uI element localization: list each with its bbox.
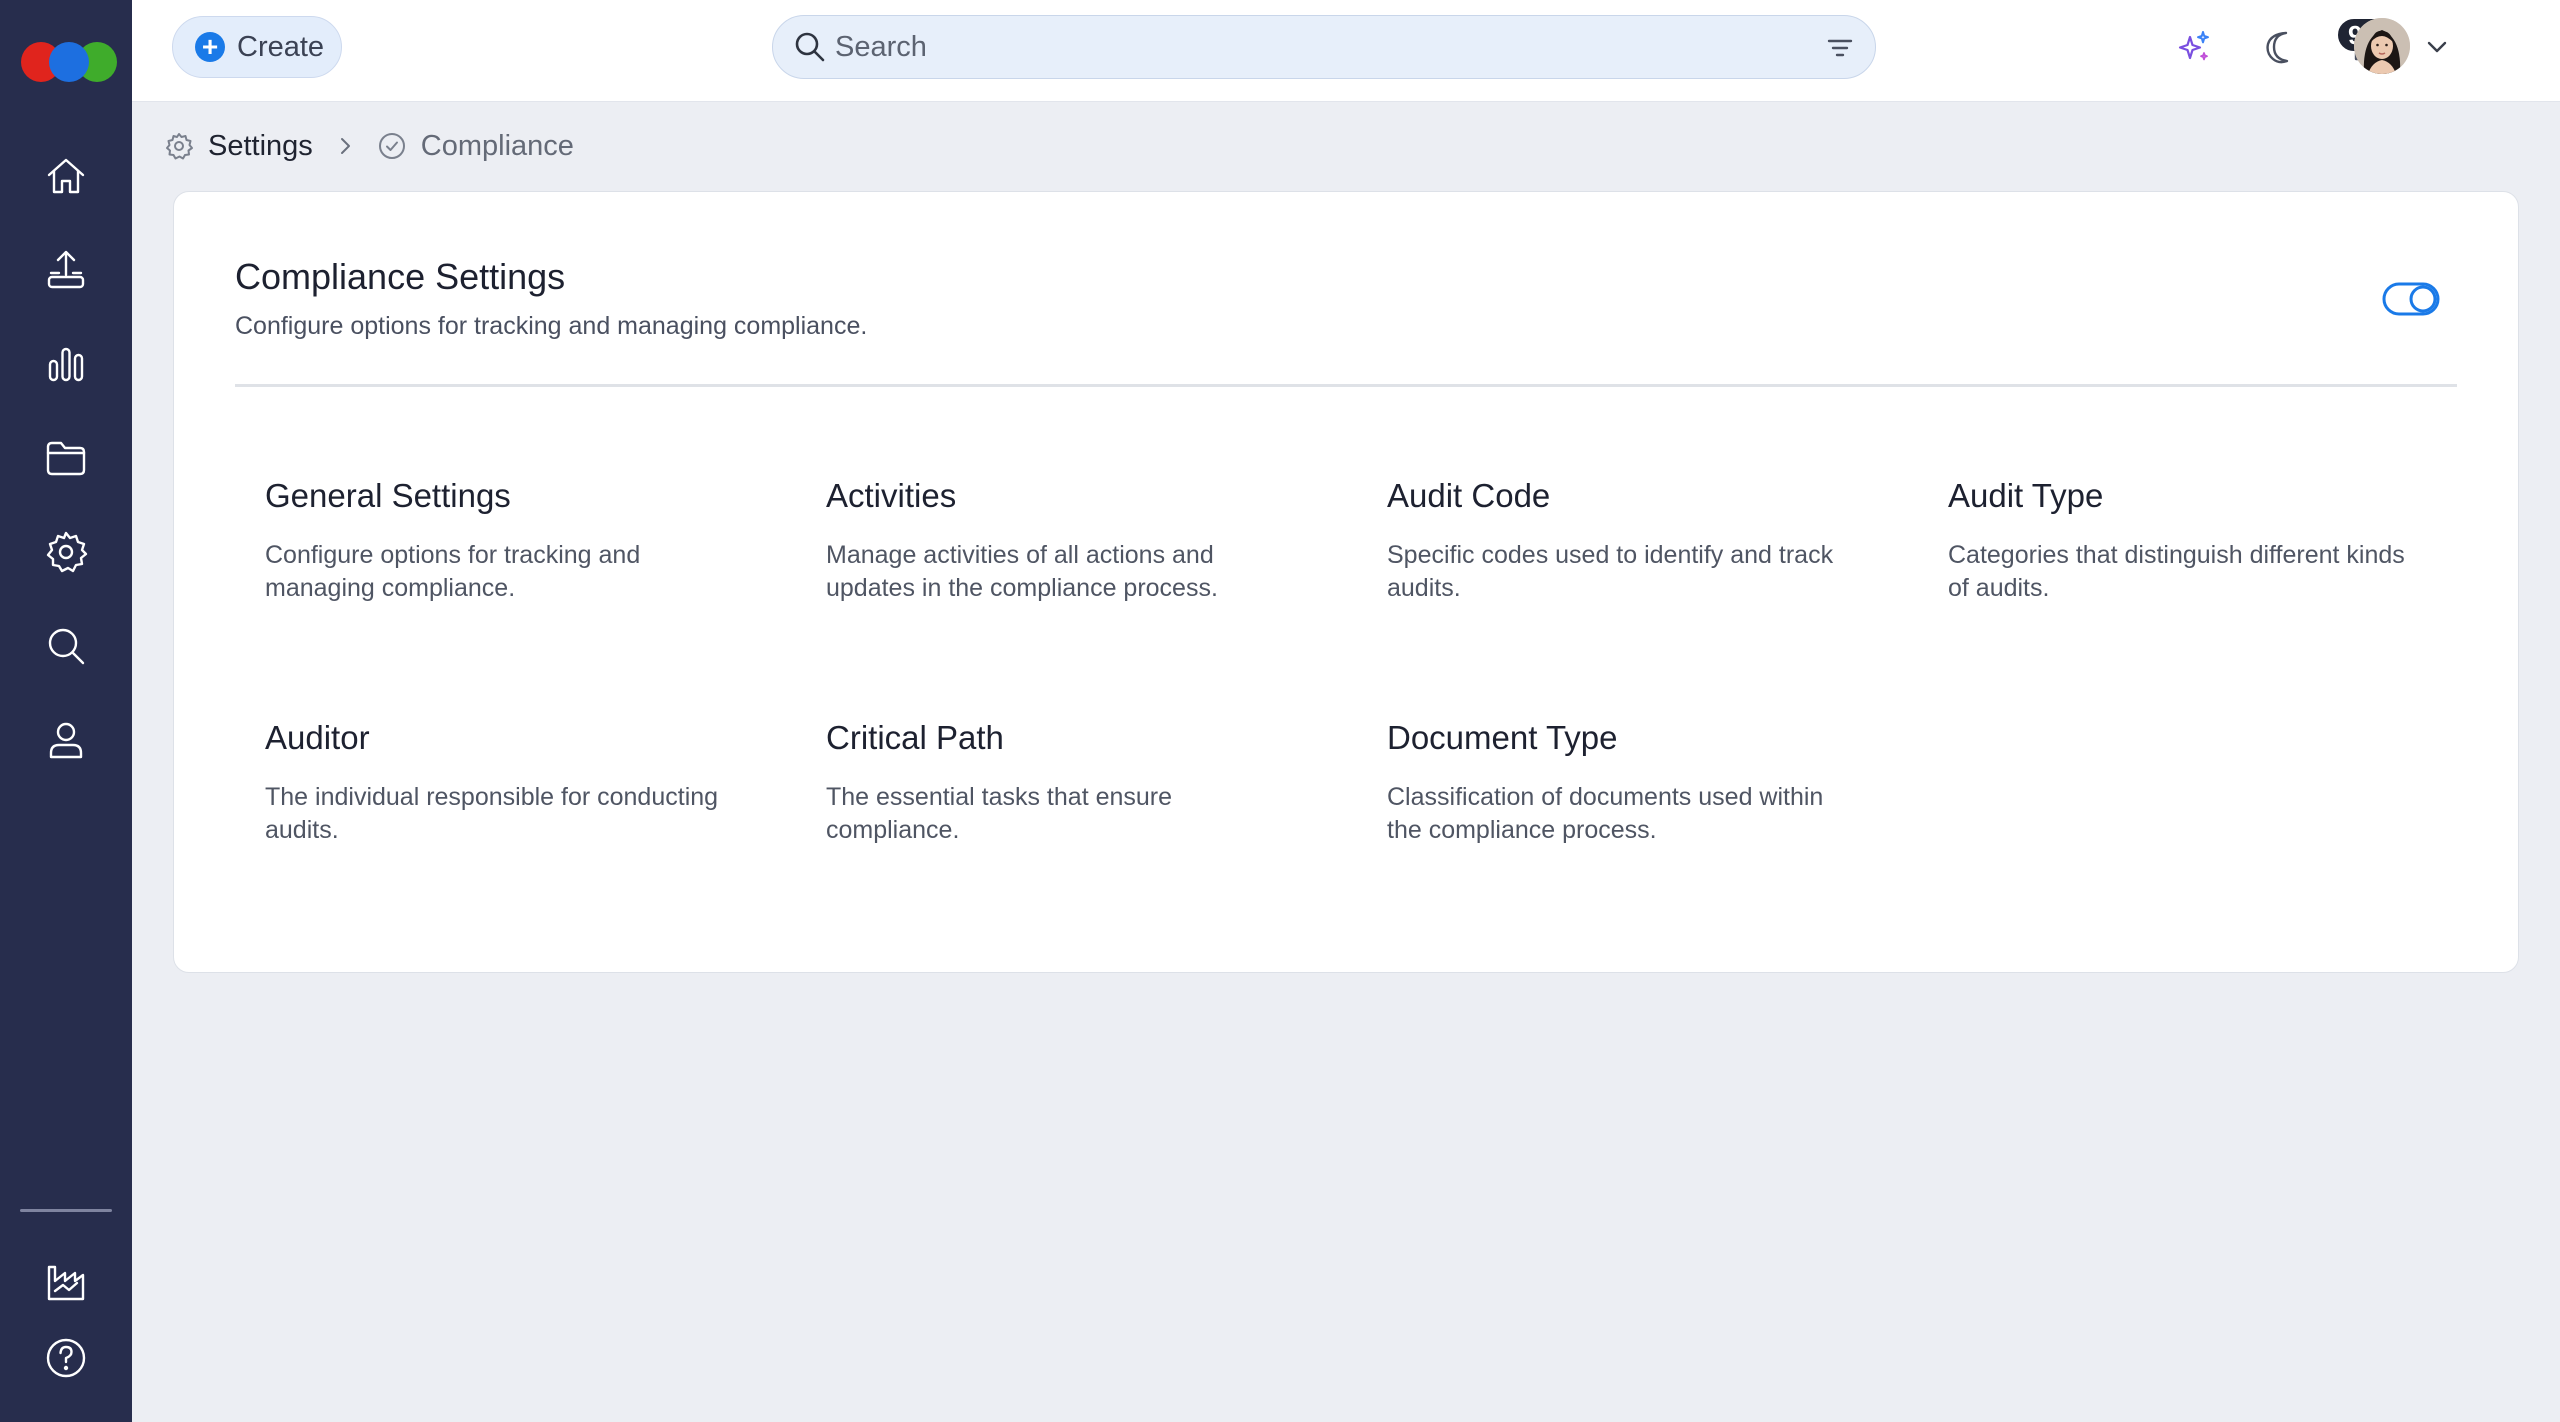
sidebar-nav: [39, 152, 93, 764]
create-button-label: Create: [237, 30, 325, 63]
tile-document-type[interactable]: Document Type Classification of document…: [1387, 719, 1847, 847]
tile-description: Configure options for tracking and manag…: [265, 541, 641, 602]
chevron-right-icon: [333, 134, 357, 158]
sparkles-icon: [2178, 31, 2209, 61]
avatar[interactable]: [2354, 18, 2410, 74]
toggle-icon: [2382, 282, 2440, 316]
tile-title: Audit Type: [1948, 477, 2104, 514]
tile-title: General Settings: [265, 477, 511, 514]
bar-chart-icon: [48, 347, 84, 382]
tile-audit-code[interactable]: Audit Code Specific codes used to identi…: [1387, 477, 1847, 605]
help-icon: [46, 1338, 86, 1378]
folder-icon: [46, 441, 86, 476]
search-icon: [795, 32, 825, 62]
sidebar-item-home[interactable]: [39, 152, 93, 200]
sidebar-divider: [20, 1209, 112, 1212]
user-avatar-image: [2354, 18, 2410, 74]
sidebar-bottom-nav: [0, 1258, 132, 1382]
gear-icon: [46, 531, 88, 573]
filter-icon: [1827, 39, 1853, 57]
gear-icon: [166, 133, 193, 160]
tile-description: The individual responsible for conductin…: [265, 783, 719, 844]
search-icon: [48, 628, 85, 665]
create-button[interactable]: + Create: [172, 16, 342, 78]
page-description: Configure options for tracking and manag…: [235, 312, 868, 340]
sidebar-item-upload[interactable]: [39, 246, 93, 294]
compliance-toggle[interactable]: [2382, 282, 2440, 316]
app-logo[interactable]: [11, 42, 121, 88]
factory-icon: [47, 1265, 85, 1301]
plus-icon: +: [195, 32, 225, 62]
tile-description: Classification of documents used within …: [1387, 783, 1824, 844]
sidebar-item-company[interactable]: [39, 1258, 93, 1306]
chevron-down-icon: [2427, 41, 2447, 53]
breadcrumb: Settings Compliance: [164, 128, 574, 164]
breadcrumb-compliance: Compliance: [420, 129, 574, 162]
sidebar: [0, 0, 132, 1422]
tile-description: Categories that distinguish different ki…: [1948, 541, 2405, 602]
account-menu-toggle[interactable]: [2422, 32, 2452, 62]
breadcrumb-settings[interactable]: Settings: [208, 130, 313, 163]
dark-mode-toggle[interactable]: [2260, 25, 2304, 69]
tile-description: The essential tasks that ensure complian…: [826, 783, 1173, 844]
sidebar-item-reports[interactable]: [39, 340, 93, 388]
sidebar-item-files[interactable]: [39, 434, 93, 482]
tile-critical-path[interactable]: Critical Path The essential tasks that e…: [826, 719, 1286, 847]
compliance-settings-card: Compliance Settings Configure options fo…: [173, 191, 2519, 973]
tile-title: Auditor: [265, 719, 370, 756]
sidebar-item-settings[interactable]: [39, 528, 93, 576]
page-title: Compliance Settings: [235, 256, 566, 297]
ai-assistant-button[interactable]: [2172, 25, 2216, 69]
tile-title: Audit Code: [1387, 477, 1551, 514]
check-circle-icon: [378, 133, 405, 159]
tile-description: Manage activities of all actions and upd…: [826, 541, 1218, 602]
sidebar-item-help[interactable]: [39, 1334, 93, 1382]
sidebar-item-profile[interactable]: [39, 716, 93, 764]
upload-icon: [47, 250, 85, 289]
tile-audit-type[interactable]: Audit Type Categories that distinguish d…: [1948, 477, 2408, 605]
tile-auditor[interactable]: Auditor The individual responsible for c…: [265, 719, 725, 847]
search-bar: [772, 15, 1876, 79]
filter-button[interactable]: [1825, 33, 1855, 63]
search-input[interactable]: [835, 30, 1735, 64]
tile-title: Document Type: [1387, 719, 1618, 756]
topbar: + Create 99+: [132, 0, 2560, 102]
home-icon: [47, 158, 85, 194]
tile-title: Activities: [826, 477, 957, 514]
card-divider: [235, 384, 2457, 387]
tile-general-settings[interactable]: General Settings Configure options for t…: [265, 477, 725, 605]
tile-description: Specific codes used to identify and trac…: [1387, 541, 1834, 602]
tile-title: Critical Path: [826, 719, 1004, 756]
tile-activities[interactable]: Activities Manage activities of all acti…: [826, 477, 1286, 605]
moon-icon: [2266, 31, 2289, 64]
user-icon: [49, 722, 83, 759]
sidebar-item-search[interactable]: [39, 622, 93, 670]
